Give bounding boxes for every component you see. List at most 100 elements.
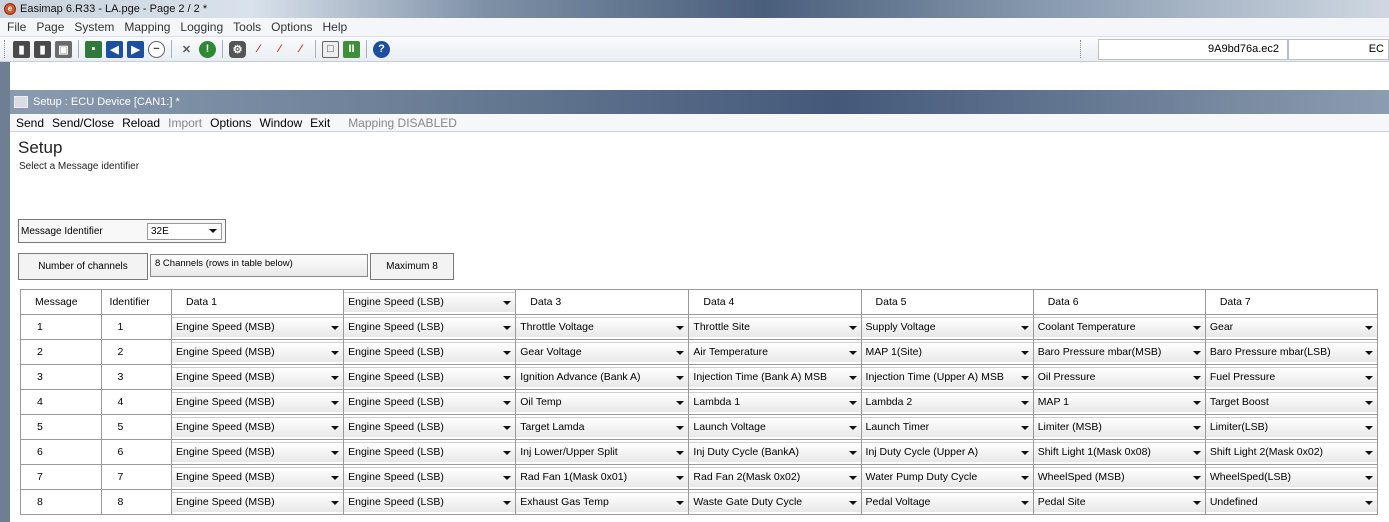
data-cell[interactable]: Inj Lower/Upper Split (515, 439, 690, 465)
window-icon[interactable]: □ (322, 40, 339, 58)
channel-select[interactable]: Limiter(LSB) (1206, 417, 1377, 437)
channel-select[interactable]: Engine Speed (LSB) (344, 342, 515, 362)
channel-select[interactable]: Rad Fan 1(Mask 0x01) (516, 467, 688, 487)
data-cell[interactable]: Water Pump Duty Cycle (860, 464, 1034, 490)
data-cell[interactable]: Baro Pressure mbar(MSB) (1032, 339, 1206, 365)
wand2-icon[interactable]: ⁄ (271, 41, 288, 58)
channel-select[interactable]: Shift Light 2(Mask 0x02) (1206, 442, 1377, 462)
data-cell[interactable]: Fuel Pressure (1204, 364, 1379, 390)
status-green-icon[interactable]: ! (199, 40, 216, 58)
channel-select[interactable]: Throttle Voltage (516, 317, 688, 337)
data-cell[interactable]: Engine Speed (LSB) (343, 364, 517, 390)
channel-select[interactable]: Engine Speed (MSB) (172, 417, 343, 437)
data-cell[interactable]: Engine Speed (MSB) (170, 439, 345, 465)
data-cell[interactable]: Engine Speed (MSB) (170, 314, 345, 340)
data-cell[interactable]: Inj Duty Cycle (Upper A) (860, 439, 1034, 465)
channel-select[interactable]: Water Pump Duty Cycle (862, 467, 1033, 487)
menu-system[interactable]: System (69, 20, 119, 34)
help-icon[interactable]: ? (373, 40, 390, 58)
data-cell[interactable]: Injection Time (Upper A) MSB (860, 364, 1034, 390)
channel-select[interactable]: Inj Duty Cycle (BankA) (689, 442, 861, 462)
ecu-disconnect-icon[interactable]: ▮ (34, 40, 51, 58)
channels-select[interactable]: 8 Channels (rows in table below) (150, 254, 368, 277)
data-cell[interactable]: Inj Duty Cycle (BankA) (688, 439, 862, 465)
channel-select[interactable]: Injection Time (Upper A) MSB (862, 367, 1033, 387)
channel-select[interactable]: Engine Speed (LSB) (344, 317, 515, 337)
channel-select[interactable]: Lambda 2 (862, 392, 1033, 412)
data-cell[interactable]: Shift Light 1(Mask 0x08) (1032, 439, 1206, 465)
menu-send[interactable]: Send (12, 116, 48, 130)
channel-select[interactable]: Engine Speed (MSB) (172, 342, 343, 362)
message-identifier-select[interactable]: 32E (147, 222, 222, 240)
page-back-icon[interactable]: ◀ (106, 40, 123, 58)
toolbar-grip[interactable] (4, 40, 7, 58)
channel-select[interactable]: WheelSped (MSB) (1034, 467, 1205, 487)
channel-select[interactable]: WheelSped(LSB) (1206, 467, 1377, 487)
channel-select[interactable]: Engine Speed (MSB) (172, 467, 343, 487)
menu-logging[interactable]: Logging (175, 20, 228, 34)
channel-select[interactable]: Lambda 1 (689, 392, 861, 412)
tools-icon[interactable]: ✕ (178, 41, 195, 58)
channel-select[interactable]: Engine Speed (LSB) (344, 467, 515, 487)
menu-options[interactable]: Options (266, 20, 317, 34)
channel-select[interactable]: Target Lamda (516, 417, 688, 437)
channel-select[interactable]: Supply Voltage (862, 317, 1033, 337)
wand3-icon[interactable]: ⁄ (292, 41, 309, 58)
channel-select[interactable]: Oil Pressure (1034, 367, 1205, 387)
channel-select[interactable]: Engine Speed (MSB) (172, 492, 343, 512)
channel-select[interactable]: Engine Speed (LSB) (344, 392, 515, 412)
channel-select[interactable]: Waste Gate Duty Cycle (689, 492, 861, 512)
menu-file[interactable]: File (2, 20, 31, 34)
data-cell[interactable]: Baro Pressure mbar(LSB) (1204, 339, 1379, 365)
data-cell[interactable]: Supply Voltage (860, 314, 1034, 340)
data-cell[interactable]: Pedal Site (1032, 489, 1206, 515)
data-cell[interactable]: Engine Speed (LSB) (343, 464, 517, 490)
data-cell[interactable]: Engine Speed (LSB) (343, 314, 517, 340)
data-cell[interactable]: Engine Speed (MSB) (170, 414, 345, 440)
channel-select[interactable]: Baro Pressure mbar(LSB) (1206, 342, 1377, 362)
data-cell[interactable]: Launch Voltage (688, 414, 862, 440)
channel-select[interactable]: Injection Time (Bank A) MSB (689, 367, 861, 387)
menu-exit[interactable]: Exit (306, 116, 334, 130)
data-cell[interactable]: Throttle Site (688, 314, 862, 340)
data-cell[interactable]: Shift Light 2(Mask 0x02) (1204, 439, 1379, 465)
channel-select[interactable]: Target Boost (1206, 392, 1377, 412)
page-image-icon[interactable]: ▪ (85, 40, 102, 58)
data-cell[interactable]: Coolant Temperature (1032, 314, 1206, 340)
channel-select[interactable]: Engine Speed (MSB) (172, 392, 343, 412)
data-cell[interactable]: Gear (1204, 314, 1379, 340)
channel-select[interactable]: Inj Duty Cycle (Upper A) (862, 442, 1033, 462)
data-cell[interactable]: Gear Voltage (515, 339, 690, 365)
data-cell[interactable]: Injection Time (Bank A) MSB (688, 364, 862, 390)
data-cell[interactable]: Engine Speed (LSB) (343, 414, 517, 440)
channel-select[interactable]: Gear (1206, 317, 1377, 337)
data-cell[interactable]: Exhaust Gas Temp (515, 489, 690, 515)
toolbar-grip-2[interactable] (1080, 40, 1083, 58)
data-cell[interactable]: Engine Speed (MSB) (170, 364, 345, 390)
data-cell[interactable]: Target Boost (1204, 389, 1379, 415)
menu-window[interactable]: Window (255, 116, 306, 130)
channel-select[interactable]: Engine Speed (LSB) (344, 417, 515, 437)
ecu-connect-icon[interactable]: ▮ (13, 40, 30, 58)
data-cell[interactable]: Engine Speed (MSB) (170, 489, 345, 515)
data-cell[interactable]: Oil Temp (515, 389, 690, 415)
channel-select[interactable]: Fuel Pressure (1206, 367, 1377, 387)
data-cell[interactable]: MAP 1(Site) (860, 339, 1034, 365)
channel-select[interactable]: Engine Speed (LSB) (344, 442, 515, 462)
data-cell[interactable]: Oil Pressure (1032, 364, 1206, 390)
menu-tools[interactable]: Tools (228, 20, 266, 34)
channel-select[interactable]: Engine Speed (MSB) (172, 317, 343, 337)
ecu-info-icon[interactable]: ▣ (55, 40, 72, 58)
channel-select[interactable]: Launch Voltage (689, 417, 861, 437)
menu-mapping[interactable]: Mapping (119, 20, 175, 34)
data-cell[interactable]: Engine Speed (LSB) (343, 389, 517, 415)
menu-options[interactable]: Options (206, 116, 255, 130)
channel-select[interactable]: Pedal Voltage (862, 492, 1033, 512)
data-cell[interactable]: Undefined (1204, 489, 1379, 515)
channel-select[interactable]: Engine Speed (LSB) (344, 492, 515, 512)
channel-select[interactable]: MAP 1(Site) (862, 342, 1033, 362)
channel-select[interactable]: Ignition Advance (Bank A) (516, 367, 688, 387)
menu-reload[interactable]: Reload (118, 116, 164, 130)
data-cell[interactable]: Throttle Voltage (515, 314, 690, 340)
data-cell[interactable]: Pedal Voltage (860, 489, 1034, 515)
